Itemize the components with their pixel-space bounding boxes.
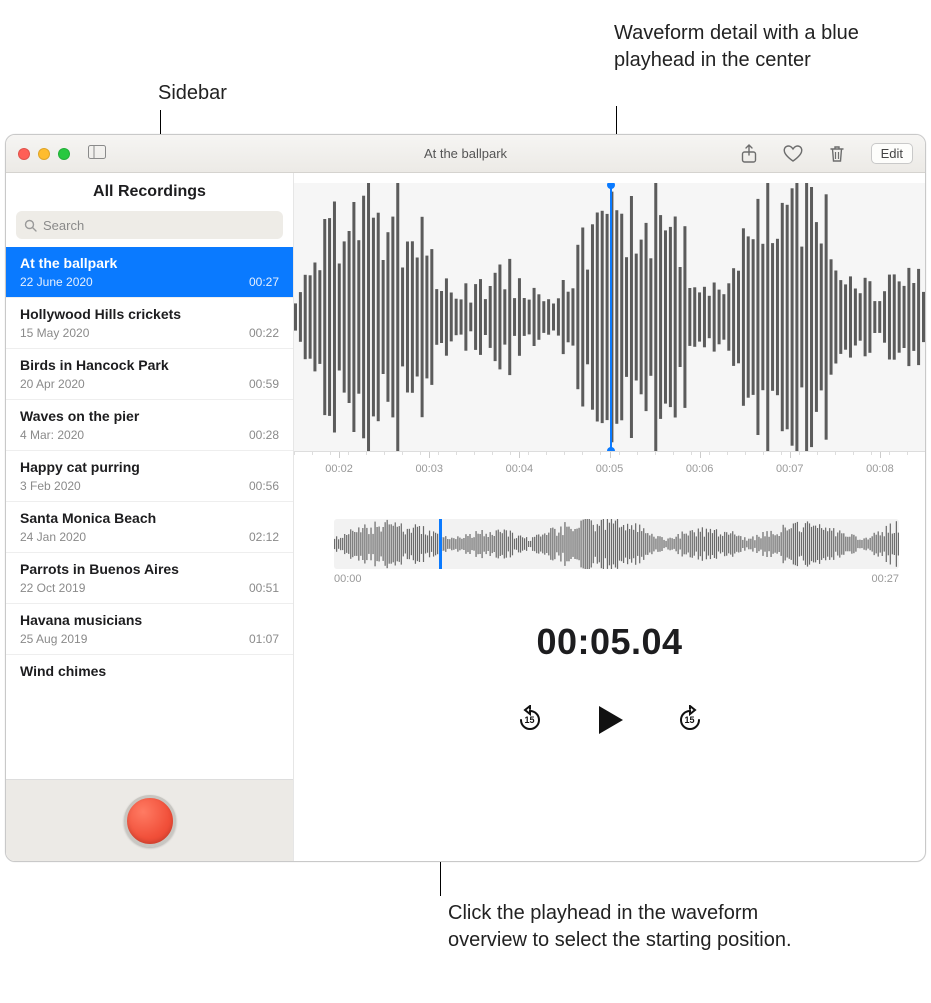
playback-controls: 15 15 xyxy=(294,703,925,737)
list-item-duration: 01:07 xyxy=(249,632,279,646)
minimize-window-button[interactable] xyxy=(38,148,50,160)
list-item[interactable]: Santa Monica Beach 24 Jan 2020 02:12 xyxy=(6,502,293,553)
ruler-tick: 00:04 xyxy=(506,463,534,475)
edit-button[interactable]: Edit xyxy=(871,143,913,164)
trash-icon[interactable] xyxy=(829,145,845,163)
list-item-title: At the ballpark xyxy=(20,255,279,271)
skip-forward-amount: 15 xyxy=(684,715,694,725)
ruler-tick: 00:08 xyxy=(866,463,894,475)
list-item-title: Parrots in Buenos Aires xyxy=(20,561,279,577)
zoom-window-button[interactable] xyxy=(58,148,70,160)
detail-pane: 00:02 00:03 00:04 00:05 00:06 00:07 00:08 00:0… xyxy=(294,173,925,861)
timecode: 00:05.04 xyxy=(294,621,925,663)
list-item[interactable]: Parrots in Buenos Aires 22 Oct 2019 00:51 xyxy=(6,553,293,604)
sidebar-toggle-icon[interactable] xyxy=(88,145,106,162)
skip-back-button[interactable]: 15 xyxy=(515,705,545,735)
search-input[interactable]: Search xyxy=(16,211,283,239)
waveform-overview[interactable] xyxy=(334,519,899,569)
sidebar: All Recordings Search At the ballpark 22… xyxy=(6,173,294,861)
ruler-tick: 00:03 xyxy=(415,463,443,475)
search-placeholder: Search xyxy=(43,218,84,233)
list-item-date: 3 Feb 2020 xyxy=(20,479,81,493)
list-item-duration: 00:27 xyxy=(249,275,279,289)
time-ruler[interactable]: 00:02 00:03 00:04 00:05 00:06 00:07 00:08 xyxy=(294,451,925,483)
list-item[interactable]: Wind chimes xyxy=(6,655,293,691)
list-item-date: 22 Oct 2019 xyxy=(20,581,85,595)
list-item-duration: 00:22 xyxy=(249,326,279,340)
callout-waveform-detail: Waveform detail with a blue playhead in … xyxy=(614,20,914,74)
skip-forward-button[interactable]: 15 xyxy=(675,705,705,735)
share-icon[interactable] xyxy=(741,144,757,164)
list-item-duration: 00:28 xyxy=(249,428,279,442)
list-item-duration: 02:12 xyxy=(249,530,279,544)
list-item[interactable]: Hollywood Hills crickets 15 May 2020 00:2… xyxy=(6,298,293,349)
list-item[interactable]: Havana musicians 25 Aug 2019 01:07 xyxy=(6,604,293,655)
playhead[interactable] xyxy=(610,185,612,451)
window-controls xyxy=(18,148,70,160)
list-item-title: Happy cat purring xyxy=(20,459,279,475)
list-item[interactable]: Waves on the pier 4 Mar: 2020 00:28 xyxy=(6,400,293,451)
list-item[interactable]: Birds in Hancock Park 20 Apr 2020 00:59 xyxy=(6,349,293,400)
record-bar xyxy=(6,779,293,861)
titlebar: At the ballpark Edit xyxy=(6,135,925,173)
skip-back-amount: 15 xyxy=(524,715,534,725)
sidebar-header: All Recordings xyxy=(6,173,293,207)
ruler-tick: 00:07 xyxy=(776,463,804,475)
close-window-button[interactable] xyxy=(18,148,30,160)
play-button[interactable] xyxy=(593,703,627,737)
list-item-title: Wind chimes xyxy=(20,663,279,679)
recordings-list[interactable]: At the ballpark 22 June 2020 00:27 Hollyw… xyxy=(6,247,293,779)
list-item[interactable]: Happy cat purring 3 Feb 2020 00:56 xyxy=(6,451,293,502)
waveform-detail[interactable]: 00:02 00:03 00:04 00:05 00:06 00:07 00:08 xyxy=(294,183,925,483)
list-item-duration: 00:59 xyxy=(249,377,279,391)
list-item-title: Havana musicians xyxy=(20,612,279,628)
list-item-date: 25 Aug 2019 xyxy=(20,632,87,646)
list-item-date: 24 Jan 2020 xyxy=(20,530,86,544)
favorite-icon[interactable] xyxy=(783,145,803,163)
ruler-tick: 00:02 xyxy=(325,463,353,475)
list-item-date: 20 Apr 2020 xyxy=(20,377,85,391)
ruler-tick: 00:06 xyxy=(686,463,714,475)
ruler-tick: 00:05 xyxy=(596,463,624,475)
callout-overview-hint: Click the playhead in the waveform overv… xyxy=(448,900,808,954)
list-item-duration: 00:56 xyxy=(249,479,279,493)
record-button[interactable] xyxy=(124,795,176,847)
list-item-title: Waves on the pier xyxy=(20,408,279,424)
list-item-title: Birds in Hancock Park xyxy=(20,357,279,373)
overview-start-label: 00:00 xyxy=(334,573,362,585)
list-item-date: 15 May 2020 xyxy=(20,326,89,340)
list-item-title: Santa Monica Beach xyxy=(20,510,279,526)
callout-sidebar: Sidebar xyxy=(158,80,227,107)
list-item[interactable]: At the ballpark 22 June 2020 00:27 xyxy=(6,247,293,298)
list-item-date: 22 June 2020 xyxy=(20,275,93,289)
overview-playhead[interactable] xyxy=(439,519,442,569)
list-item-duration: 00:51 xyxy=(249,581,279,595)
overview-end-label: 00:27 xyxy=(871,573,899,585)
list-item-date: 4 Mar: 2020 xyxy=(20,428,84,442)
list-item-title: Hollywood Hills crickets xyxy=(20,306,279,322)
voice-memos-window: At the ballpark Edit All Recordings xyxy=(5,134,926,862)
